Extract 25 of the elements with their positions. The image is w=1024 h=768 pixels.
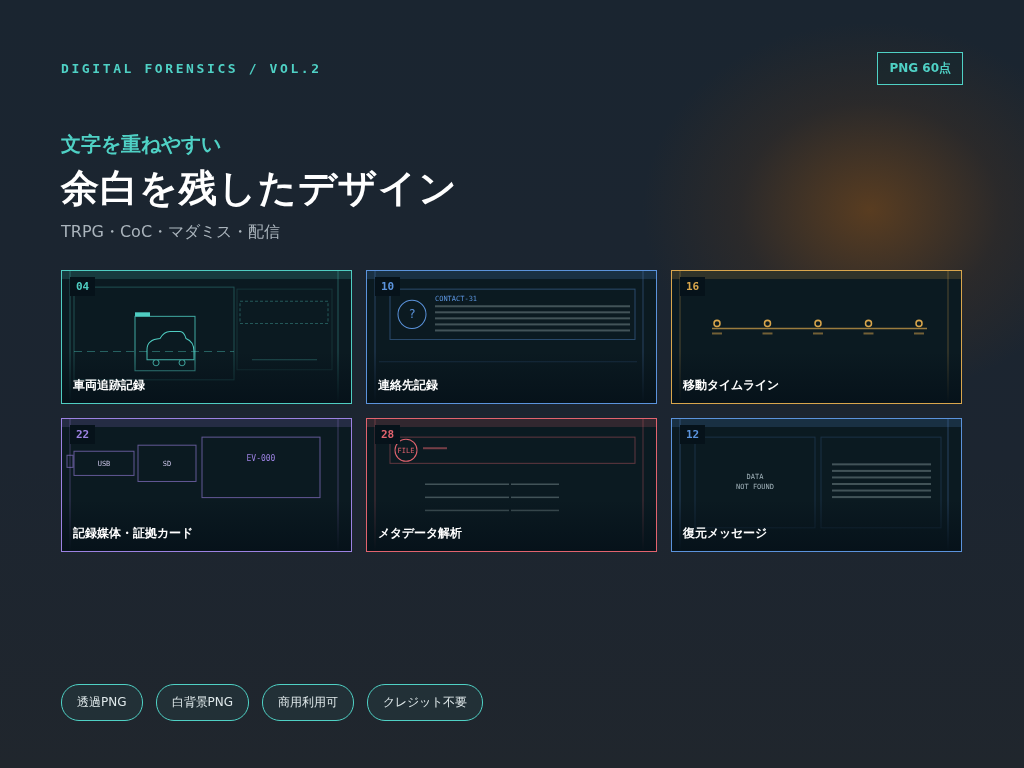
feature-tag: 透過PNG [61,684,143,721]
card-title: メタデータ解析 [378,525,462,542]
headline: 余白を残したデザイン [61,165,459,211]
count-badge: 22 [70,425,96,444]
card-title: 復元メッセージ [683,525,767,542]
lead-text: 文字を重ねやすい [61,131,222,157]
feature-tag: クレジット不要 [367,684,484,721]
count-badge: 04 [70,277,96,296]
preview-label: EV-000 [246,454,276,464]
preview-label: ? [408,307,416,322]
count-badge: 16 [680,277,706,296]
card-title: 車両追跡記録 [73,377,145,394]
series-label: DIGITAL FORENSICS / VOL.2 [61,60,322,76]
template-card[interactable]: 16 移動タイムライン [671,270,962,404]
tagline: TRPG・CoC・マダミス・配信 [61,221,282,243]
feature-tag: 白背景PNG [155,684,250,721]
feature-tag: 商用利用可 [262,684,355,721]
card-title: 記録媒体・証拠カード [73,525,193,542]
count-badge: 10 [375,277,401,296]
template-card[interactable]: 04 車両追跡記録 [61,270,352,404]
count-badge: 12 [680,425,706,444]
card-title: 連絡先記録 [378,377,438,394]
card-title: 移動タイムライン [683,377,779,394]
count-badge: 28 [375,425,401,444]
format-badge: PNG 60点 [877,51,963,85]
